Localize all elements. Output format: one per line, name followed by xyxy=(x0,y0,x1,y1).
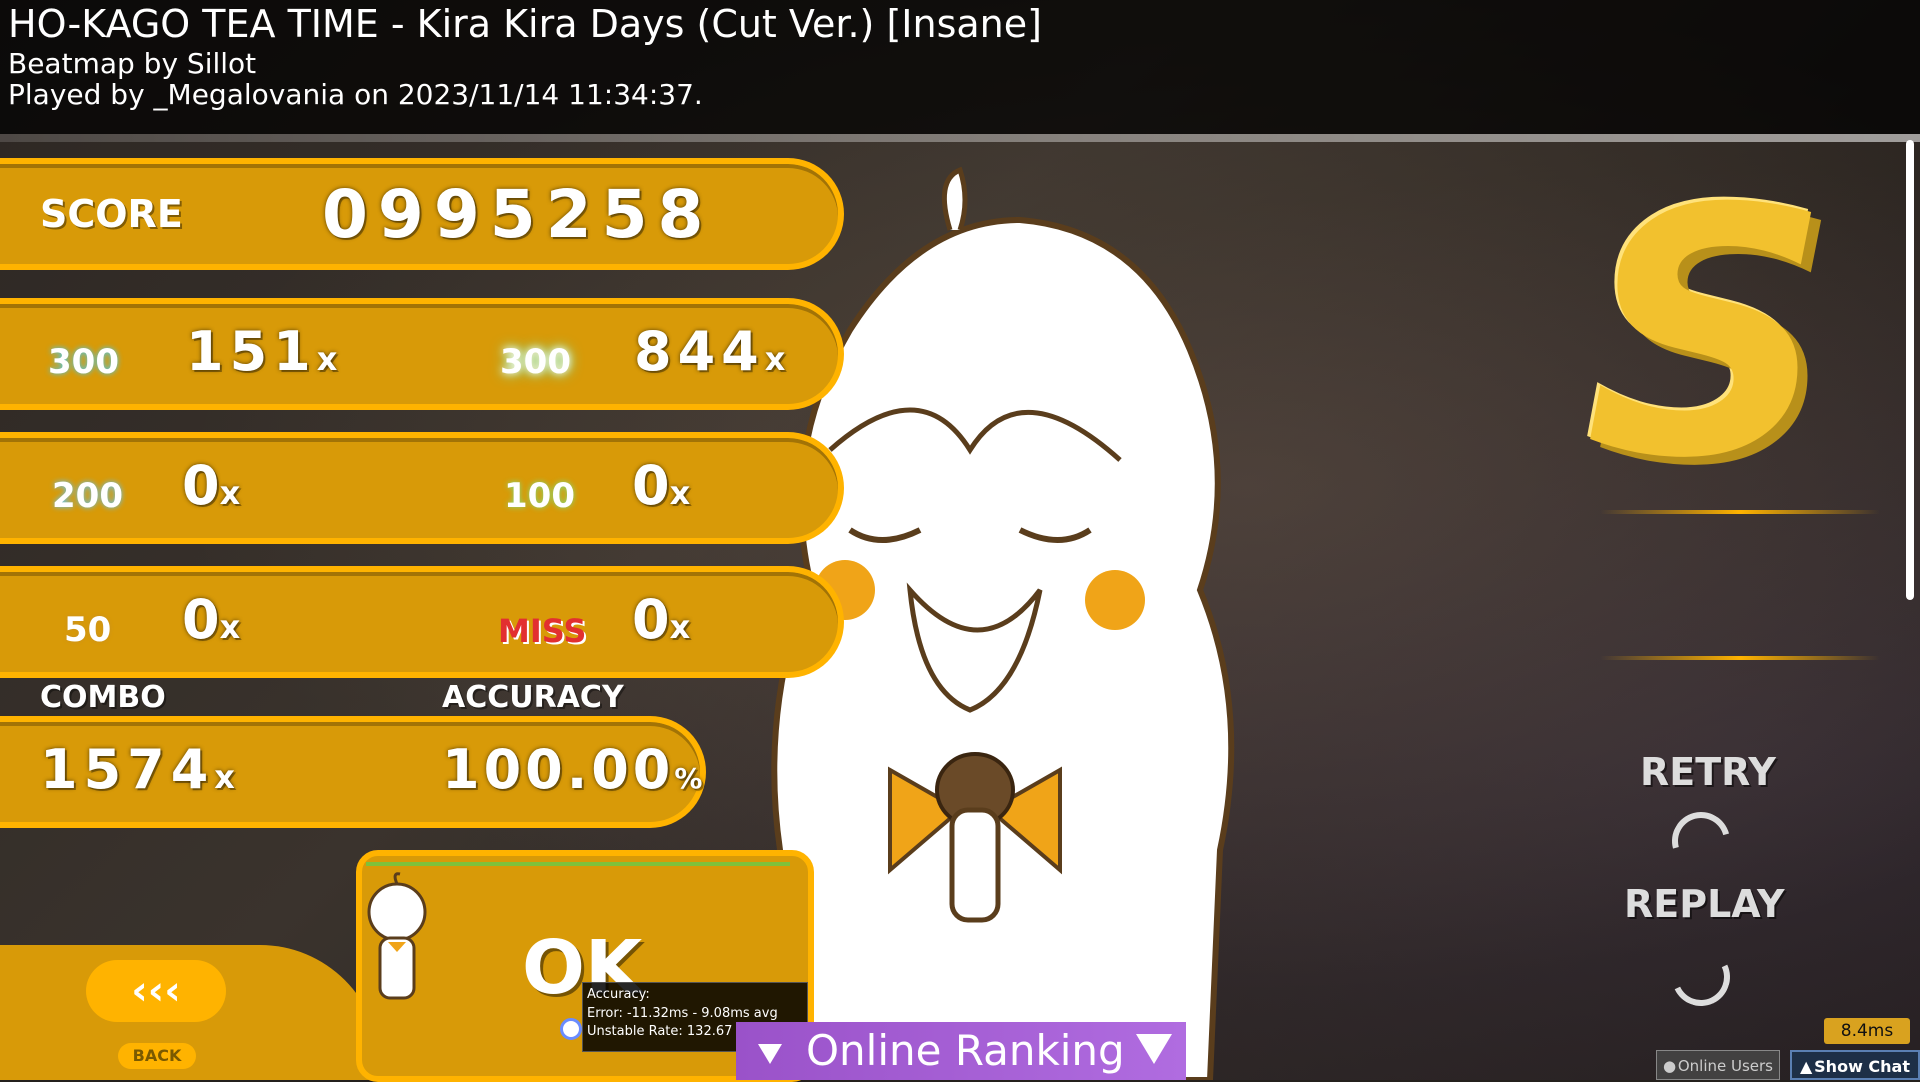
hit-geki-count-value: 844 xyxy=(634,320,765,383)
hit-50-count-value: 0 xyxy=(182,588,220,651)
accuracy-value: 100.00% xyxy=(442,738,706,801)
tooltip-line-1: Accuracy: xyxy=(587,987,650,1002)
replay-button[interactable]: REPLAY xyxy=(1624,882,1785,926)
latency-badge: 8.4ms xyxy=(1824,1018,1910,1044)
cursor-icon xyxy=(560,1018,582,1040)
rank-divider-bottom xyxy=(1600,656,1880,660)
scrollbar[interactable] xyxy=(1906,140,1914,600)
combo-suffix: x xyxy=(214,758,241,796)
x-suffix: x xyxy=(669,474,691,512)
hit-50-count: 0x xyxy=(182,588,240,651)
hit-geki-count: 844x xyxy=(634,320,791,383)
x-suffix: x xyxy=(219,474,241,512)
hit-katu-icon: 100 xyxy=(504,476,575,516)
back-button[interactable]: ‹‹‹ xyxy=(86,960,226,1022)
performance-progress-bar xyxy=(366,862,790,866)
hit-100-icon: 200 xyxy=(52,476,123,516)
hits-row-50: 50 0x MISS 0x xyxy=(0,566,844,678)
x-suffix: x xyxy=(669,608,691,646)
rank-divider-top xyxy=(1600,510,1880,514)
score-panel: SCORE 0995258 xyxy=(0,158,844,270)
beatmap-author: Beatmap by Sillot xyxy=(8,47,257,80)
hit-katu-count: 0x xyxy=(632,454,690,517)
users-icon: ● xyxy=(1663,1057,1677,1075)
score-value: 0995258 xyxy=(322,176,714,253)
online-users-button[interactable]: ● Online Users xyxy=(1656,1050,1780,1080)
show-chat-button[interactable]: ▲ Show Chat xyxy=(1790,1050,1920,1080)
hit-300-icon: 300 xyxy=(48,342,119,382)
back-label[interactable]: BACK xyxy=(118,1043,196,1069)
show-chat-label: Show Chat xyxy=(1814,1057,1910,1076)
combo-label: COMBO xyxy=(40,680,166,715)
accuracy-label: ACCURACY xyxy=(442,680,624,715)
rank-grade: S xyxy=(1585,137,1830,533)
song-title: HO-KAGO TEA TIME - Kira Kira Days (Cut V… xyxy=(8,2,1042,46)
play-info: Played by _Megalovania on 2023/11/14 11:… xyxy=(8,78,703,111)
hit-100-count: 0x xyxy=(182,454,240,517)
online-ranking-label[interactable]: Online Ranking xyxy=(806,1026,1125,1075)
combo-accuracy-panel: 1574x 100.00% xyxy=(0,716,706,828)
accuracy-number: 100.00 xyxy=(442,738,675,801)
hit-katu-count-value: 0 xyxy=(632,454,670,517)
hit-300-count-value: 151 xyxy=(186,320,317,383)
hit-300-count: 151x xyxy=(186,320,343,383)
chevron-up-icon: ▲ xyxy=(1800,1057,1813,1076)
chibi-character-icon xyxy=(367,872,427,1000)
combo-value: 1574x xyxy=(40,738,241,801)
chevron-down-icon xyxy=(758,1044,782,1064)
miss-count-value: 0 xyxy=(632,588,670,651)
combo-number: 1574 xyxy=(40,738,215,801)
x-suffix: x xyxy=(316,340,344,378)
online-users-label: Online Users xyxy=(1677,1057,1773,1075)
hits-row-300: 300 151x 300 844x xyxy=(0,298,844,410)
x-suffix: x xyxy=(764,340,792,378)
hits-row-100: 200 0x 100 0x xyxy=(0,432,844,544)
hit-geki-icon: 300 xyxy=(500,342,571,382)
retry-button[interactable]: RETRY xyxy=(1640,750,1776,794)
miss-icon: MISS xyxy=(498,612,587,650)
miss-count: 0x xyxy=(632,588,690,651)
accuracy-suffix: % xyxy=(674,762,707,795)
chevron-down-icon xyxy=(1136,1034,1172,1064)
hit-100-count-value: 0 xyxy=(182,454,220,517)
hit-50-icon: 50 xyxy=(64,610,112,650)
x-suffix: x xyxy=(219,608,241,646)
score-label: SCORE xyxy=(40,192,183,236)
tooltip-line-2: Error: -11.32ms - 9.08ms avg xyxy=(587,1006,778,1021)
